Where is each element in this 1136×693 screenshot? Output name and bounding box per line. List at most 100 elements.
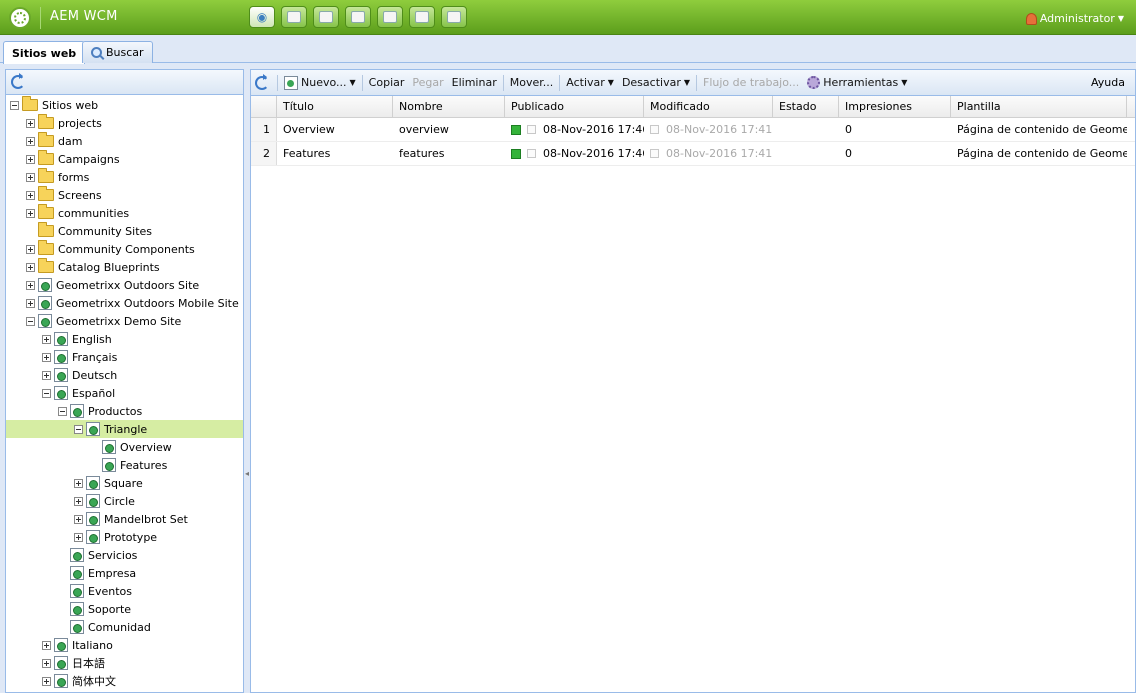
column-header-published[interactable]: Publicado — [505, 96, 644, 117]
column-header-name[interactable]: Nombre — [393, 96, 505, 117]
tab-search[interactable]: Buscar — [82, 41, 153, 63]
expand-icon[interactable] — [42, 676, 51, 686]
collapse-icon[interactable] — [10, 100, 19, 110]
tagging-icon[interactable] — [441, 6, 467, 28]
tree-item[interactable]: Empresa — [6, 564, 243, 582]
users-icon[interactable] — [377, 6, 403, 28]
table-row[interactable]: 2 Features features 08-Nov-2016 17:46 ( … — [251, 142, 1135, 166]
copy-button[interactable]: Copiar — [365, 76, 409, 89]
tree-item[interactable]: 简体中文 — [6, 672, 243, 690]
tree-item-label: Sitios web — [42, 98, 99, 112]
refresh-icon[interactable] — [255, 73, 269, 90]
workflow-button[interactable]: Flujo de trabajo... — [699, 76, 803, 89]
websites-icon[interactable]: ◉ — [249, 6, 275, 28]
expand-icon[interactable] — [26, 280, 35, 290]
help-button[interactable]: Ayuda — [1091, 76, 1125, 89]
tree-item[interactable]: dam — [6, 132, 243, 150]
tree-item[interactable]: Français — [6, 348, 243, 366]
tree-item[interactable]: Square — [6, 474, 243, 492]
collapse-icon[interactable] — [26, 316, 35, 326]
tree-item[interactable]: Geometrixx Outdoors Mobile Site — [6, 294, 243, 312]
column-header-template[interactable]: Plantilla — [951, 96, 1127, 117]
tree-item[interactable]: Español — [6, 384, 243, 402]
refresh-icon[interactable] — [11, 73, 25, 89]
expand-icon[interactable] — [42, 334, 51, 344]
folder-icon — [38, 240, 54, 255]
tree-item[interactable]: Features — [6, 456, 243, 474]
expand-icon[interactable] — [26, 298, 35, 308]
column-header-title[interactable]: Título — [277, 96, 393, 117]
expand-icon[interactable] — [74, 496, 83, 506]
cell-modified: 08-Nov-2016 17:41 (A — [644, 142, 773, 165]
tree-item[interactable]: 日本語 — [6, 654, 243, 672]
expand-icon[interactable] — [26, 208, 35, 218]
expand-icon[interactable] — [74, 478, 83, 488]
tree-item[interactable]: Deutsch — [6, 366, 243, 384]
cell-state — [773, 118, 839, 141]
expand-icon[interactable] — [26, 172, 35, 182]
cell-name: features — [399, 147, 445, 160]
tree-item-label: 日本語 — [72, 657, 105, 670]
expand-icon[interactable] — [26, 154, 35, 164]
delete-button[interactable]: Eliminar — [448, 76, 501, 89]
tree-item[interactable]: Screens — [6, 186, 243, 204]
tree-item[interactable]: forms — [6, 168, 243, 186]
tree-item[interactable]: Circle — [6, 492, 243, 510]
collapse-icon[interactable] — [42, 388, 51, 398]
page-icon — [102, 440, 116, 454]
tree-item[interactable]: Mandelbrot Set — [6, 510, 243, 528]
tree-item[interactable]: communities — [6, 204, 243, 222]
column-header-impressions[interactable]: Impresiones — [839, 96, 951, 117]
table-row[interactable]: 1 Overview overview 08-Nov-2016 17:46 ( … — [251, 118, 1135, 142]
folder-icon — [38, 114, 54, 129]
expand-icon[interactable] — [26, 262, 35, 272]
inbox-icon[interactable] — [345, 6, 371, 28]
tree-item[interactable]: Soporte — [6, 600, 243, 618]
tree-item[interactable]: Catalog Blueprints — [6, 258, 243, 276]
tree-item[interactable]: Prototype — [6, 528, 243, 546]
expand-icon[interactable] — [26, 244, 35, 254]
tree-item[interactable]: Geometrixx Outdoors Site — [6, 276, 243, 294]
tree-item[interactable]: Community Components — [6, 240, 243, 258]
expand-icon[interactable] — [74, 532, 83, 542]
tools-button[interactable]: Herramientas ▼ — [803, 76, 911, 89]
tree-item-label: dam — [58, 134, 83, 148]
column-header-modified[interactable]: Modificado — [644, 96, 773, 117]
expand-icon[interactable] — [42, 352, 51, 362]
tree-item[interactable]: Community Sites — [6, 222, 243, 240]
tree-item[interactable]: Geometrixx Demo Site — [6, 312, 243, 330]
paste-button[interactable]: Pegar — [408, 76, 447, 89]
expand-icon[interactable] — [42, 658, 51, 668]
assets-icon[interactable] — [281, 6, 307, 28]
tree-item[interactable]: Comunidad — [6, 618, 243, 636]
tree-item[interactable]: Overview — [6, 438, 243, 456]
expand-icon[interactable] — [42, 370, 51, 380]
tree-item[interactable]: Eventos — [6, 582, 243, 600]
folder-icon — [38, 150, 54, 165]
tree-item[interactable]: Servicios — [6, 546, 243, 564]
expand-icon[interactable] — [42, 640, 51, 650]
tree-item[interactable]: Campaigns — [6, 150, 243, 168]
expand-icon[interactable] — [26, 118, 35, 128]
tree-item[interactable]: Italiano — [6, 636, 243, 654]
tools-icon[interactable] — [409, 6, 435, 28]
tab-websites[interactable]: Sitios web — [3, 41, 86, 64]
expand-icon[interactable] — [74, 514, 83, 524]
collapse-icon[interactable] — [74, 424, 83, 434]
move-button[interactable]: Mover... — [506, 76, 558, 89]
column-header-state[interactable]: Estado — [773, 96, 839, 117]
collapse-icon[interactable] — [58, 406, 67, 416]
deactivate-button[interactable]: Desactivar ▼ — [618, 76, 694, 89]
user-menu[interactable]: Administrator ▼ — [1025, 12, 1124, 25]
expand-icon[interactable] — [26, 136, 35, 146]
tree-item[interactable]: English — [6, 330, 243, 348]
tree-item[interactable]: Triangle — [6, 420, 243, 438]
activate-button[interactable]: Activar ▼ — [562, 76, 618, 89]
aem-logo-icon[interactable] — [9, 7, 31, 29]
tree-item[interactable]: Productos — [6, 402, 243, 420]
tree-item[interactable]: projects — [6, 114, 243, 132]
campaigns-icon[interactable] — [313, 6, 339, 28]
tree-item[interactable]: Sitios web — [6, 96, 243, 114]
new-button[interactable]: Nuevo... ▼ — [280, 75, 360, 90]
expand-icon[interactable] — [26, 190, 35, 200]
